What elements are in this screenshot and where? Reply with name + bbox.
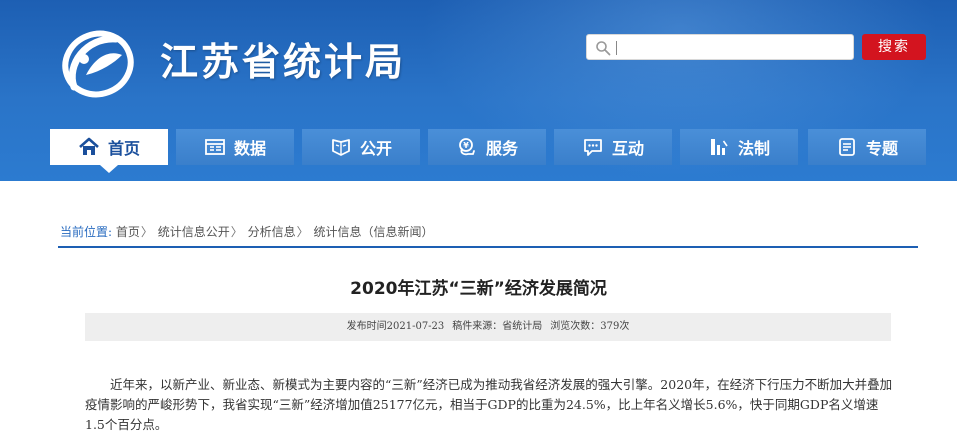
- breadcrumb-divider: [58, 246, 918, 248]
- search-button[interactable]: 搜索: [862, 34, 926, 60]
- article-title: 2020年江苏“三新”经济发展简况: [350, 279, 607, 299]
- svg-text:¥: ¥: [463, 141, 469, 150]
- article-meta: 发布时间2021-07-23 稿件来源：省统计局 浏览次数：379次: [85, 313, 891, 341]
- nav-item-topic[interactable]: 专题: [808, 129, 926, 165]
- search-icon: [596, 41, 611, 56]
- breadcrumb-separator: 〉: [230, 225, 243, 239]
- article-source: 稿件来源：省统计局: [452, 321, 543, 332]
- breadcrumb-analysis-link[interactable]: 分析信息: [248, 225, 296, 239]
- nav-item-data[interactable]: 数据: [176, 129, 294, 165]
- article-paragraph: 近年来，以新产业、新业态、新模式为主要内容的“三新”经济已成为推动我省经济发展的…: [85, 377, 893, 432]
- site-title[interactable]: 江苏省统计局: [160, 38, 406, 86]
- law-bars-icon: [710, 139, 728, 155]
- search-input[interactable]: [619, 36, 849, 58]
- data-table-icon: [205, 139, 225, 155]
- nav-item-open[interactable]: 公开: [302, 129, 420, 165]
- nav-label: 互动: [611, 139, 644, 158]
- view-count: 浏览次数：379次: [550, 321, 630, 332]
- nav-item-law[interactable]: 法制: [680, 129, 798, 165]
- nav-label: 法制: [737, 139, 770, 158]
- home-icon: [79, 137, 99, 155]
- text-caret: [616, 41, 617, 55]
- nav-item-interact[interactable]: 互动: [554, 129, 672, 165]
- active-nav-pointer: [100, 165, 118, 173]
- nav-label: 服务: [485, 139, 518, 158]
- nav-item-home[interactable]: 首页: [50, 129, 168, 165]
- nav-item-service[interactable]: ¥ 服务: [428, 129, 546, 165]
- topic-doc-icon: [839, 138, 855, 156]
- publish-time: 发布时间2021-07-23: [346, 321, 445, 332]
- nav-label: 首页: [107, 139, 140, 158]
- statistics-bureau-logo-icon[interactable]: [56, 25, 136, 103]
- breadcrumb-separator: 〉: [140, 225, 153, 239]
- nav-label: 专题: [865, 139, 898, 158]
- search-box[interactable]: [586, 34, 854, 60]
- open-shield-icon: [332, 139, 350, 156]
- breadcrumb-home-link[interactable]: 首页: [116, 225, 140, 239]
- nav-label: 数据: [233, 139, 266, 158]
- breadcrumb-info-open-link[interactable]: 统计信息公开: [158, 225, 230, 239]
- service-icon: ¥: [459, 138, 475, 156]
- site-header: 江苏省统计局 搜索 首页 数据 公开 ¥ 服务 互动 法制 专题: [0, 0, 957, 181]
- breadcrumb-separator: 〉: [296, 225, 309, 239]
- chat-icon: [584, 139, 602, 156]
- breadcrumb: 当前位置: 首页〉 统计信息公开〉 分析信息〉 统计信息（信息新闻）: [60, 224, 433, 240]
- breadcrumb-news-link[interactable]: 统计信息（信息新闻）: [313, 225, 433, 239]
- nav-label: 公开: [359, 139, 392, 158]
- main-nav: 首页 数据 公开 ¥ 服务 互动 法制 专题: [50, 129, 926, 165]
- breadcrumb-lead: 当前位置:: [60, 225, 113, 239]
